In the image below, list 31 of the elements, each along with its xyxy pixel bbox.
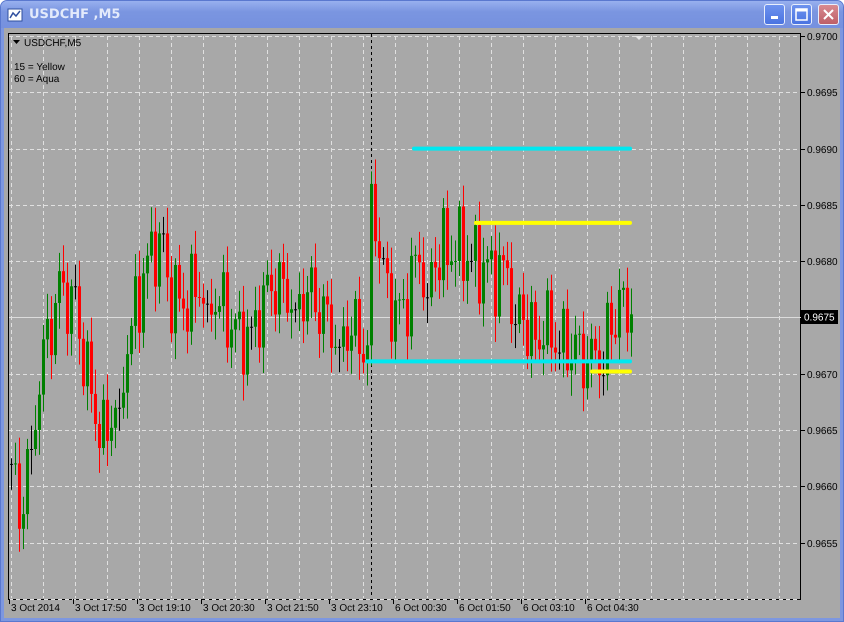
price-label: 0.9670 [807, 370, 838, 381]
price-label: 0.9655 [807, 539, 838, 550]
legend-text: 15 = Yellow [14, 62, 65, 73]
window-title: USDCHF ,M5 [29, 7, 122, 22]
time-label: 3 Oct 20:30 [203, 603, 255, 614]
current-price-label: 0.9675 [801, 310, 838, 324]
price-label: 0.9680 [807, 257, 838, 268]
time-label: 6 Oct 04:30 [587, 603, 639, 614]
price-label: 0.9695 [807, 88, 838, 99]
close-button[interactable] [818, 4, 839, 25]
close-icon [823, 9, 834, 20]
symbol-label: USDCHF,M5 [24, 38, 82, 49]
time-label: 6 Oct 01:50 [459, 603, 511, 614]
price-label: 0.9660 [807, 482, 838, 493]
chart-window-icon [7, 6, 23, 22]
time-label: 6 Oct 03:10 [523, 603, 575, 614]
maximize-icon [795, 8, 808, 21]
dropdown-icon [13, 40, 20, 44]
time-label: 3 Oct 23:10 [331, 603, 383, 614]
time-label: 3 Oct 2014 [11, 603, 60, 614]
price-label: 0.9685 [807, 201, 838, 212]
price-label: 0.9700 [807, 32, 838, 43]
time-label: 3 Oct 21:50 [267, 603, 319, 614]
price-label: 0.9665 [807, 426, 838, 437]
time-label: 6 Oct 00:30 [395, 603, 447, 614]
legend-text: 60 = Aqua [14, 74, 60, 85]
maximize-button[interactable] [791, 4, 812, 25]
time-label: 3 Oct 19:10 [139, 603, 191, 614]
minimize-button[interactable] [764, 4, 785, 25]
time-label: 3 Oct 17:50 [75, 603, 127, 614]
price-label: 0.9690 [807, 145, 838, 156]
